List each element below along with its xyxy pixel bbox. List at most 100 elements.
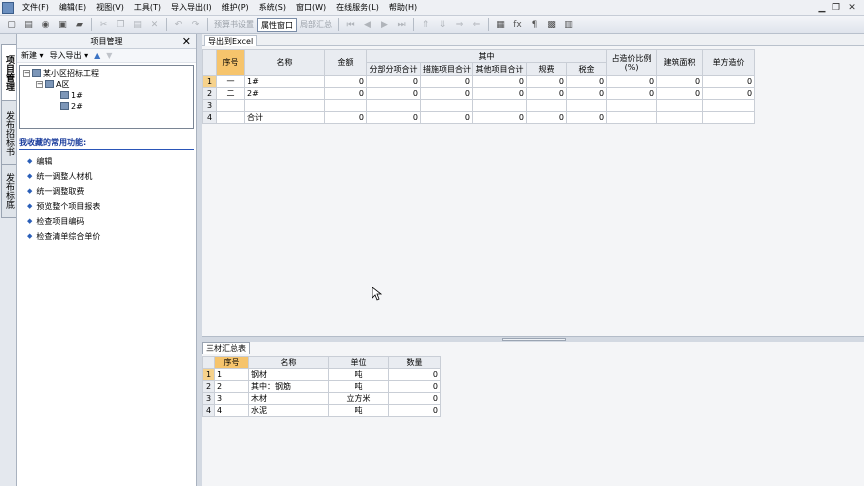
favorite-check-unit-price[interactable]: ◆ 检查清单综合单价 — [17, 229, 196, 244]
row-header[interactable]: 2 — [202, 380, 215, 393]
cell-sub2[interactable]: 0 — [420, 87, 473, 100]
tree-node-zone[interactable]: − A区 — [36, 79, 69, 89]
cell-sub3[interactable]: 0 — [472, 87, 527, 100]
header-name[interactable]: 名称 — [248, 356, 329, 369]
cell-ratio[interactable] — [606, 99, 658, 112]
move-down-icon[interactable]: ⇓ — [436, 18, 449, 31]
cell-seq[interactable]: 3 — [214, 392, 249, 405]
cell-sub3[interactable] — [472, 99, 527, 112]
cell-qty[interactable]: 0 — [388, 392, 441, 405]
header-amount[interactable]: 金额 — [324, 49, 367, 76]
paragraph-icon[interactable]: ¶ — [528, 18, 541, 31]
cell-unit[interactable]: 吨 — [328, 368, 389, 381]
move-up-icon[interactable]: ▲ — [94, 51, 100, 60]
menu-tools[interactable]: 工具(T) — [129, 1, 166, 15]
table-row-total[interactable]: 4 合计 0 0 0 0 0 0 — [202, 111, 756, 124]
header-unit[interactable]: 单位 — [328, 356, 389, 369]
header-seq[interactable]: 序号 — [214, 356, 249, 369]
cell-sub1[interactable]: 0 — [366, 87, 421, 100]
cell-sub1[interactable]: 0 — [366, 111, 421, 124]
favorite-edit[interactable]: ◆ 编辑 — [17, 154, 196, 169]
menu-view[interactable]: 视图(V) — [91, 1, 129, 15]
cell-name[interactable]: 合计 — [244, 111, 325, 124]
collapse-icon[interactable]: − — [23, 69, 30, 77]
row-header[interactable]: 1 — [202, 368, 215, 381]
header-qty[interactable]: 数量 — [388, 356, 441, 369]
cell-area[interactable] — [656, 99, 704, 112]
minimize-icon[interactable]: ▁ — [816, 2, 828, 14]
menu-system[interactable]: 系统(S) — [254, 1, 291, 15]
copy-icon[interactable]: ❐ — [114, 18, 127, 31]
move-down-icon[interactable]: ▼ — [106, 51, 112, 60]
cell-seq[interactable] — [216, 99, 245, 112]
row-header[interactable]: 3 — [202, 392, 215, 405]
menu-file[interactable]: 文件(F) — [17, 1, 54, 15]
indent-icon[interactable]: ⇒ — [453, 18, 466, 31]
cell-seq[interactable]: 二 — [216, 87, 245, 100]
header-ratio[interactable]: 占造价比例(%) — [606, 49, 658, 76]
header-unit-price[interactable]: 单方造价 — [702, 49, 756, 76]
cell-sub2[interactable]: 0 — [420, 111, 473, 124]
header-area[interactable]: 建筑面积 — [656, 49, 704, 76]
outdent-icon[interactable]: ⇐ — [470, 18, 483, 31]
cell-sub5[interactable]: 0 — [565, 111, 608, 124]
cell-seq[interactable]: 一 — [216, 75, 245, 88]
cell-qty[interactable]: 0 — [388, 380, 441, 393]
cell-sub3[interactable]: 0 — [472, 75, 527, 88]
header-seq[interactable]: 序号 — [216, 49, 245, 76]
cell-qty[interactable]: 0 — [388, 368, 441, 381]
favorite-preview-report[interactable]: ◆ 预览整个项目报表 — [17, 199, 196, 214]
tree-node-building-1[interactable]: 1# — [60, 90, 83, 100]
cell-seq[interactable]: 4 — [214, 404, 249, 417]
new-icon[interactable]: ▢ — [5, 18, 18, 31]
tab-material-summary[interactable]: 三材汇总表 — [202, 342, 250, 354]
row-header[interactable]: 3 — [202, 99, 217, 112]
splitter-grip[interactable] — [502, 338, 566, 341]
cell-name[interactable]: 其中：钢筋 — [248, 380, 329, 393]
open-icon[interactable]: ◉ — [39, 18, 52, 31]
menu-import-export[interactable]: 导入导出(I) — [166, 1, 217, 15]
cell-unit[interactable]: 吨 — [328, 404, 389, 417]
cell-amount[interactable] — [324, 99, 367, 112]
table-row[interactable]: 2 二 2# 0 0 0 0 0 0 0 0 0 — [202, 87, 756, 100]
row-header[interactable]: 4 — [202, 111, 217, 124]
folder-icon[interactable]: ▰ — [73, 18, 86, 31]
table-row[interactable]: 3 — [202, 99, 756, 112]
cell-unit-price[interactable]: 0 — [702, 75, 756, 88]
row-header[interactable]: 2 — [202, 87, 217, 100]
cell-sub4[interactable]: 0 — [526, 87, 567, 100]
formula-icon[interactable]: fx — [511, 18, 524, 31]
table-row[interactable]: 3 3 木材 立方米 0 — [202, 392, 441, 405]
menu-online[interactable]: 在线服务(L) — [331, 1, 384, 15]
partial-summary-button[interactable]: 局部汇总 — [297, 18, 335, 32]
cell-name[interactable]: 1# — [244, 75, 325, 88]
cell-name[interactable]: 木材 — [248, 392, 329, 405]
header-sub4[interactable]: 规费 — [526, 62, 567, 76]
menu-window[interactable]: 窗口(W) — [291, 1, 331, 15]
cell-sub2[interactable] — [420, 99, 473, 112]
collapse-icon[interactable]: − — [36, 80, 43, 88]
cell-ratio[interactable]: 0 — [606, 75, 658, 88]
tree-node-building-2[interactable]: 2# — [60, 101, 83, 111]
material-icon[interactable]: ▩ — [545, 18, 558, 31]
cell-seq[interactable] — [216, 111, 245, 124]
cell-sub5[interactable]: 0 — [565, 87, 608, 100]
cell-sub2[interactable]: 0 — [420, 75, 473, 88]
cell-area[interactable]: 0 — [656, 87, 704, 100]
cell-sub1[interactable]: 0 — [366, 75, 421, 88]
table-row[interactable]: 2 2 其中：钢筋 吨 0 — [202, 380, 441, 393]
cell-name[interactable]: 水泥 — [248, 404, 329, 417]
favorite-adjust-fees[interactable]: ◆ 统一调整取费 — [17, 184, 196, 199]
cell-sub4[interactable] — [526, 99, 567, 112]
cell-area[interactable] — [656, 111, 704, 124]
row-header[interactable]: 1 — [202, 75, 217, 88]
row-header[interactable]: 4 — [202, 404, 215, 417]
cell-unit[interactable]: 立方米 — [328, 392, 389, 405]
cell-sub4[interactable]: 0 — [526, 111, 567, 124]
cell-seq[interactable]: 2 — [214, 380, 249, 393]
cell-seq[interactable]: 1 — [214, 368, 249, 381]
cell-unit-price[interactable]: 0 — [702, 87, 756, 100]
grid-icon[interactable]: ▦ — [494, 18, 507, 31]
cell-name[interactable]: 2# — [244, 87, 325, 100]
table-row[interactable]: 1 一 1# 0 0 0 0 0 0 0 0 0 — [202, 75, 756, 88]
